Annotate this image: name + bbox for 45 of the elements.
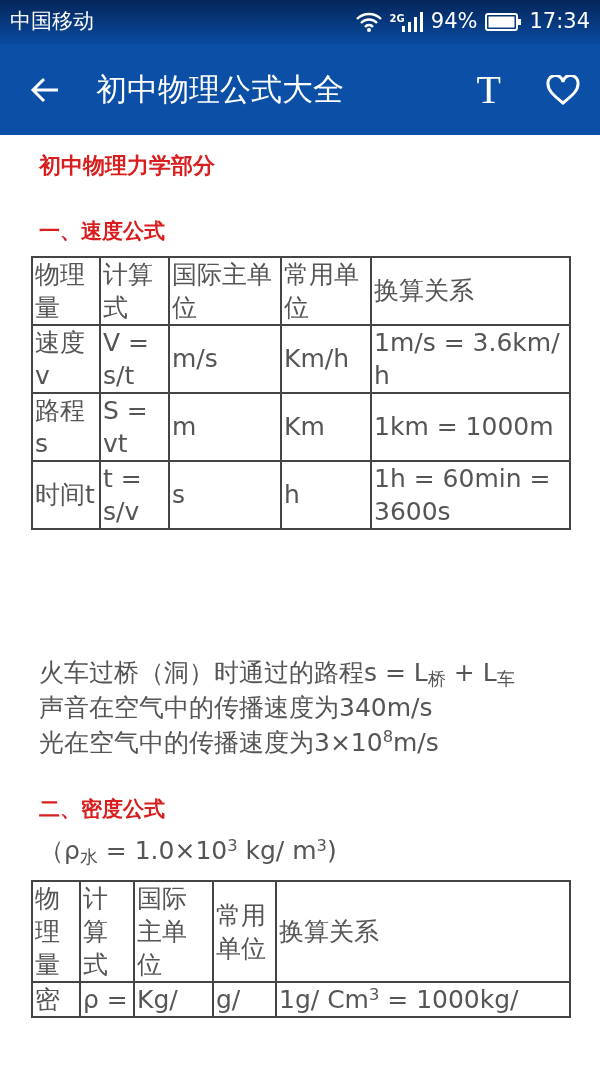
clock-time: 17:34 [529,8,590,36]
battery-percent: 94% [430,8,478,36]
header-cell: 计算式 [100,256,169,325]
table-cell: s [169,460,281,529]
formula-text: 声音在空气中的传播速度为340m/s [39,691,434,724]
table-cell: 速度v [32,324,100,393]
table-cell: h [281,460,371,529]
formula-text: 光在空气中的传播速度为3×10$^{8}$m/s [39,726,440,759]
back-button[interactable] [30,76,60,103]
font-size-button[interactable]: T [476,69,501,110]
network-type: 2G [389,12,405,26]
header-cell: 物理量 [32,256,100,325]
battery-icon [485,13,522,31]
table-cell: 密 [32,982,80,1017]
table-cell: 1h = 60min = 3600s [371,460,570,529]
formula-text: 火车过桥（洞）时通过的路程s = L$_{桥}$ + L$_{车}$ [39,656,516,690]
section-heading: 二、密度公式 [39,795,166,823]
table-cell: 1km = 1000m [371,392,570,461]
header-cell: 换算关系 [371,256,570,325]
wifi-icon [355,12,382,32]
carrier-name: 中国移动 [10,8,94,36]
table-cell: g/ [213,982,276,1017]
page-title: 初中物理力学部分 [39,152,216,180]
table-cell: 路程s [32,392,100,461]
table-cell: m [169,392,281,461]
table-cell: m/s [169,324,281,393]
header-cell: 常用单位 [213,881,276,982]
header-cell: 物理量 [32,881,80,982]
formula-text: （ρ$_{水}$ = 1.0×10$^{3}$ kg/ m$^{3}$) [39,834,338,868]
table-cell: Km/h [281,324,371,393]
table-cell: t = s/v [100,460,169,529]
table-cell: 1g/ Cm$^{3}$ = 1000kg/ [276,982,570,1017]
table-cell: V = s/t [100,324,169,393]
header-cell: 国际主单位 [134,881,213,982]
header-cell: 常用单位 [281,256,371,325]
table-cell: 时间t [32,460,100,529]
header-cell: 国际主单位 [169,256,281,325]
section-heading: 一、速度公式 [39,218,166,245]
header-cell: 换算关系 [276,881,570,982]
table-cell: Km [281,392,371,461]
table-cell: ρ = [80,982,134,1017]
app-title: 初中物理公式大全 [96,70,344,110]
favorite-button[interactable] [546,74,580,105]
table-cell: Kg/ [134,982,213,1017]
table-cell: 1m/s = 3.6km/h [371,324,570,393]
